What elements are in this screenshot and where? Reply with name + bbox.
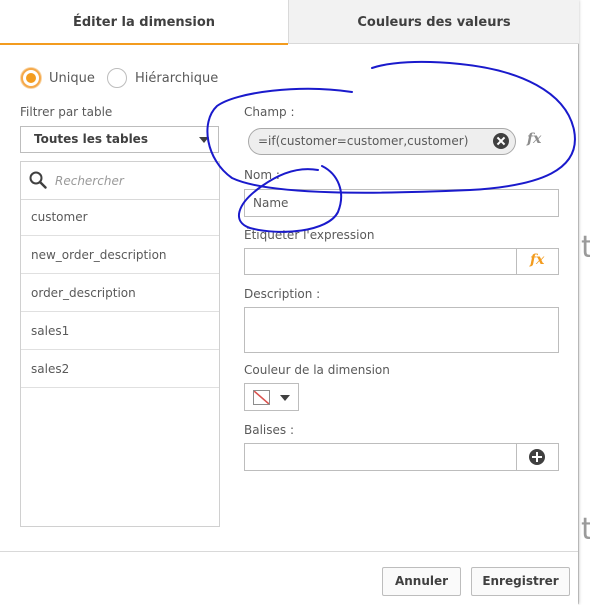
chevron-down-icon (199, 137, 209, 143)
radio-circle (107, 68, 127, 88)
filter-by-table-label: Filtrer par table (20, 105, 113, 119)
field-search (21, 162, 219, 200)
edit-dimension-dialog: Éditer la dimension Couleurs des valeurs… (0, 0, 579, 605)
list-item[interactable]: order_description (21, 275, 219, 312)
table-filter-value: Toutes les tables (34, 132, 148, 146)
plus-circle-icon (529, 449, 545, 465)
background-app-strip: t t (578, 0, 590, 604)
field-expression-token[interactable]: =if(customer=customer,customer) (248, 128, 516, 155)
name-label: Nom : (244, 168, 280, 182)
background-ghost-text: t (581, 230, 590, 265)
table-filter-select[interactable]: Toutes les tables (20, 126, 219, 153)
label-expression-fx-button[interactable]: fx (516, 249, 558, 274)
dimension-color-label: Couleur de la dimension (244, 363, 390, 377)
tab-value-colors[interactable]: Couleurs des valeurs (288, 0, 579, 44)
radio-single[interactable]: Unique (21, 66, 95, 90)
list-item[interactable]: new_order_description (21, 237, 219, 274)
field-expression-text: =if(customer=customer,customer) (258, 134, 469, 148)
description-field[interactable] (244, 307, 559, 353)
search-input[interactable] (53, 170, 207, 192)
label-expression-label: Étiqueter l'expression (244, 228, 375, 242)
name-field[interactable]: Name (244, 189, 559, 217)
list-item[interactable]: sales2 (21, 351, 219, 388)
chevron-down-icon (280, 395, 290, 401)
tab-bar: Éditer la dimension Couleurs des valeurs (0, 0, 579, 45)
no-color-swatch-icon (253, 390, 270, 405)
add-tag-button[interactable] (516, 444, 558, 470)
tags-field[interactable] (244, 443, 559, 471)
list-item[interactable]: customer (21, 199, 219, 236)
field-list: customer new_order_description order_des… (20, 161, 220, 527)
dimension-color-picker[interactable] (244, 383, 299, 411)
radio-hierarchical[interactable]: Hiérarchique (107, 66, 218, 90)
tags-label: Balises : (244, 423, 294, 437)
dialog-footer: Annuler Enregistrer (0, 551, 578, 605)
cancel-button[interactable]: Annuler (382, 567, 461, 596)
description-label: Description : (244, 287, 321, 301)
label-expression-field[interactable]: fx (244, 248, 559, 275)
tab-edit-dimension[interactable]: Éditer la dimension (0, 0, 288, 45)
field-label: Champ : (244, 105, 295, 119)
fx-icon: fx (530, 252, 545, 268)
radio-circle (21, 68, 41, 88)
name-field-value: Name (253, 196, 289, 210)
radio-hierarchical-label: Hiérarchique (135, 70, 219, 86)
list-item[interactable]: sales1 (21, 313, 219, 350)
save-button[interactable]: Enregistrer (471, 567, 570, 596)
clear-icon[interactable] (493, 133, 509, 149)
search-icon (29, 171, 47, 189)
fx-icon[interactable]: fx (527, 131, 541, 147)
background-ghost-text: t (581, 512, 590, 547)
radio-single-label: Unique (49, 70, 95, 86)
